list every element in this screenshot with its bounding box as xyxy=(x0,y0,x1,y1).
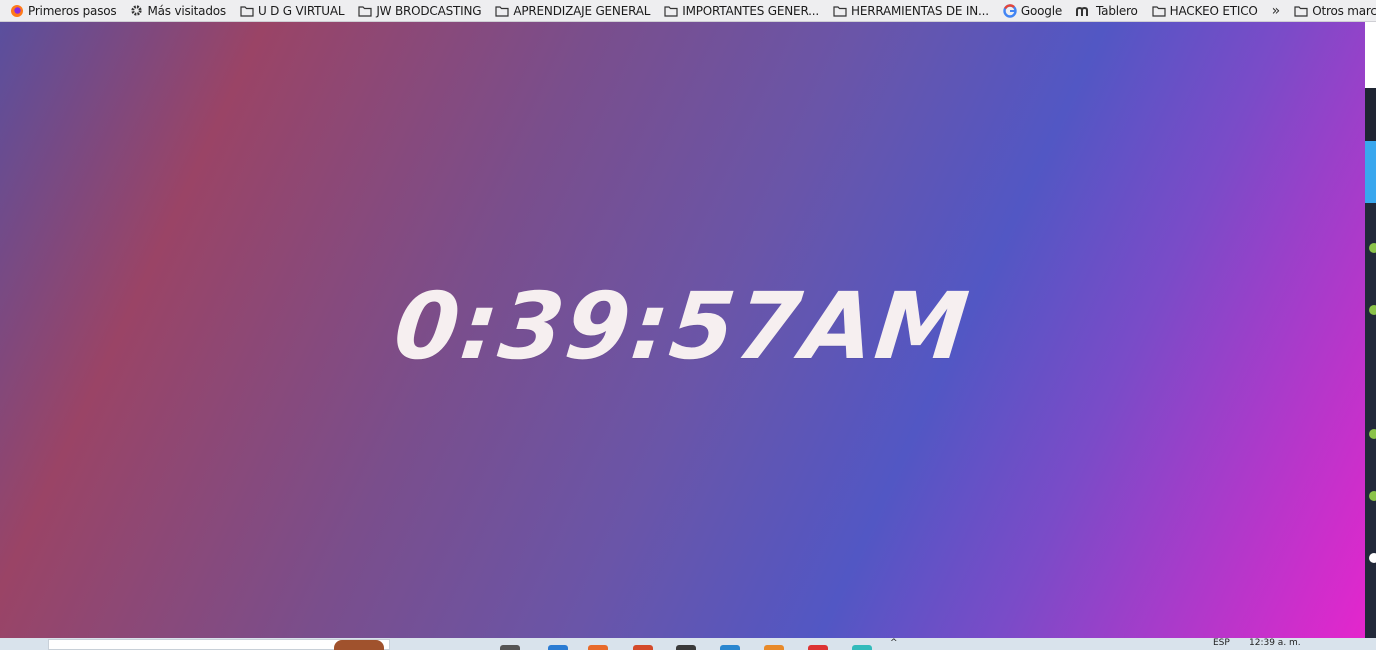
clock-page: 0:39:57AM xyxy=(0,22,1365,638)
bookmark-label: Otros marcadores xyxy=(1312,3,1376,18)
bookmark-tablero[interactable]: Tablero xyxy=(1076,4,1138,18)
bookmark-herramientas[interactable]: HERRAMIENTAS DE IN... xyxy=(833,4,989,18)
bookmark-jw-brodcasting[interactable]: JW BRODCASTING xyxy=(358,3,482,18)
status-dot xyxy=(1369,429,1376,439)
bookmark-label: Primeros pasos xyxy=(28,3,117,18)
bookmark-label: Google xyxy=(1020,3,1063,18)
bookmark-label: HACKEO ETICO xyxy=(1169,3,1258,18)
system-clock[interactable]: 12:39 a. m. xyxy=(1249,638,1301,648)
bookmark-aprendizaje-general[interactable]: APRENDIZAJE GENERAL xyxy=(495,4,650,18)
app-icon[interactable] xyxy=(676,645,696,650)
gear-icon xyxy=(131,5,143,16)
powerpoint-icon[interactable] xyxy=(633,645,653,650)
bookmark-otros-marcadores[interactable]: Otros marcadores xyxy=(1294,4,1376,18)
bookmark-primeros-pasos[interactable]: Primeros pasos xyxy=(10,3,117,18)
status-dot xyxy=(1369,305,1376,315)
folder-icon xyxy=(833,5,847,17)
bookmark-label: HERRAMIENTAS DE IN... xyxy=(851,3,989,18)
bookmark-importantes-generales[interactable]: IMPORTANTES GENER... xyxy=(664,4,819,18)
status-dot xyxy=(1369,243,1376,253)
folder-icon xyxy=(1152,5,1166,17)
folder-icon xyxy=(495,5,509,17)
folder-icon xyxy=(1294,5,1308,17)
window-banner xyxy=(1365,141,1376,203)
chevron-up-icon[interactable]: ^ xyxy=(890,638,898,648)
folder-icon xyxy=(240,5,254,17)
google-icon xyxy=(1003,3,1017,18)
bookmark-label: JW BRODCASTING xyxy=(376,3,482,18)
office-icon[interactable] xyxy=(588,645,608,650)
app-icon[interactable] xyxy=(720,645,740,650)
status-dot xyxy=(1369,491,1376,501)
bookmark-hackeo-etico[interactable]: HACKEO ETICO xyxy=(1152,4,1258,18)
firefox-taskbar-icon[interactable] xyxy=(808,645,828,650)
window-panel xyxy=(1365,203,1376,638)
chevron-double-right-icon[interactable]: » xyxy=(1272,3,1281,19)
firefox-icon xyxy=(11,4,23,17)
search-highlight-icon xyxy=(334,640,384,650)
app-icon[interactable] xyxy=(764,645,784,650)
edge-icon[interactable] xyxy=(548,645,568,650)
bookmark-google[interactable]: Google xyxy=(1003,4,1062,18)
moodle-icon xyxy=(1076,6,1089,16)
bookmark-udg-virtual[interactable]: U D G VIRTUAL xyxy=(240,3,345,18)
taskview-icon[interactable] xyxy=(500,645,520,650)
folder-icon xyxy=(358,5,372,17)
language-indicator[interactable]: ESP xyxy=(1213,638,1230,648)
bookmark-label: U D G VIRTUAL xyxy=(257,3,345,18)
bookmarks-toolbar: Primeros pasos Más visitados U D G VIRTU… xyxy=(0,0,1376,22)
bookmark-label: IMPORTANTES GENER... xyxy=(682,3,819,18)
bookmark-mas-visitados[interactable]: Más visitados xyxy=(130,3,226,18)
folder-icon xyxy=(664,5,678,17)
app-icon[interactable] xyxy=(852,645,872,650)
status-dot xyxy=(1369,553,1376,563)
bookmark-label: APRENDIZAJE GENERAL xyxy=(513,3,651,18)
taskbar: ^ ESP 12:39 a. m. xyxy=(0,638,1376,650)
background-window-edge xyxy=(1365,22,1376,638)
digital-clock: 0:39:57AM xyxy=(389,272,976,380)
bookmark-label: Tablero xyxy=(1096,3,1138,18)
window-header xyxy=(1365,88,1376,141)
bookmark-label: Más visitados xyxy=(147,3,226,18)
